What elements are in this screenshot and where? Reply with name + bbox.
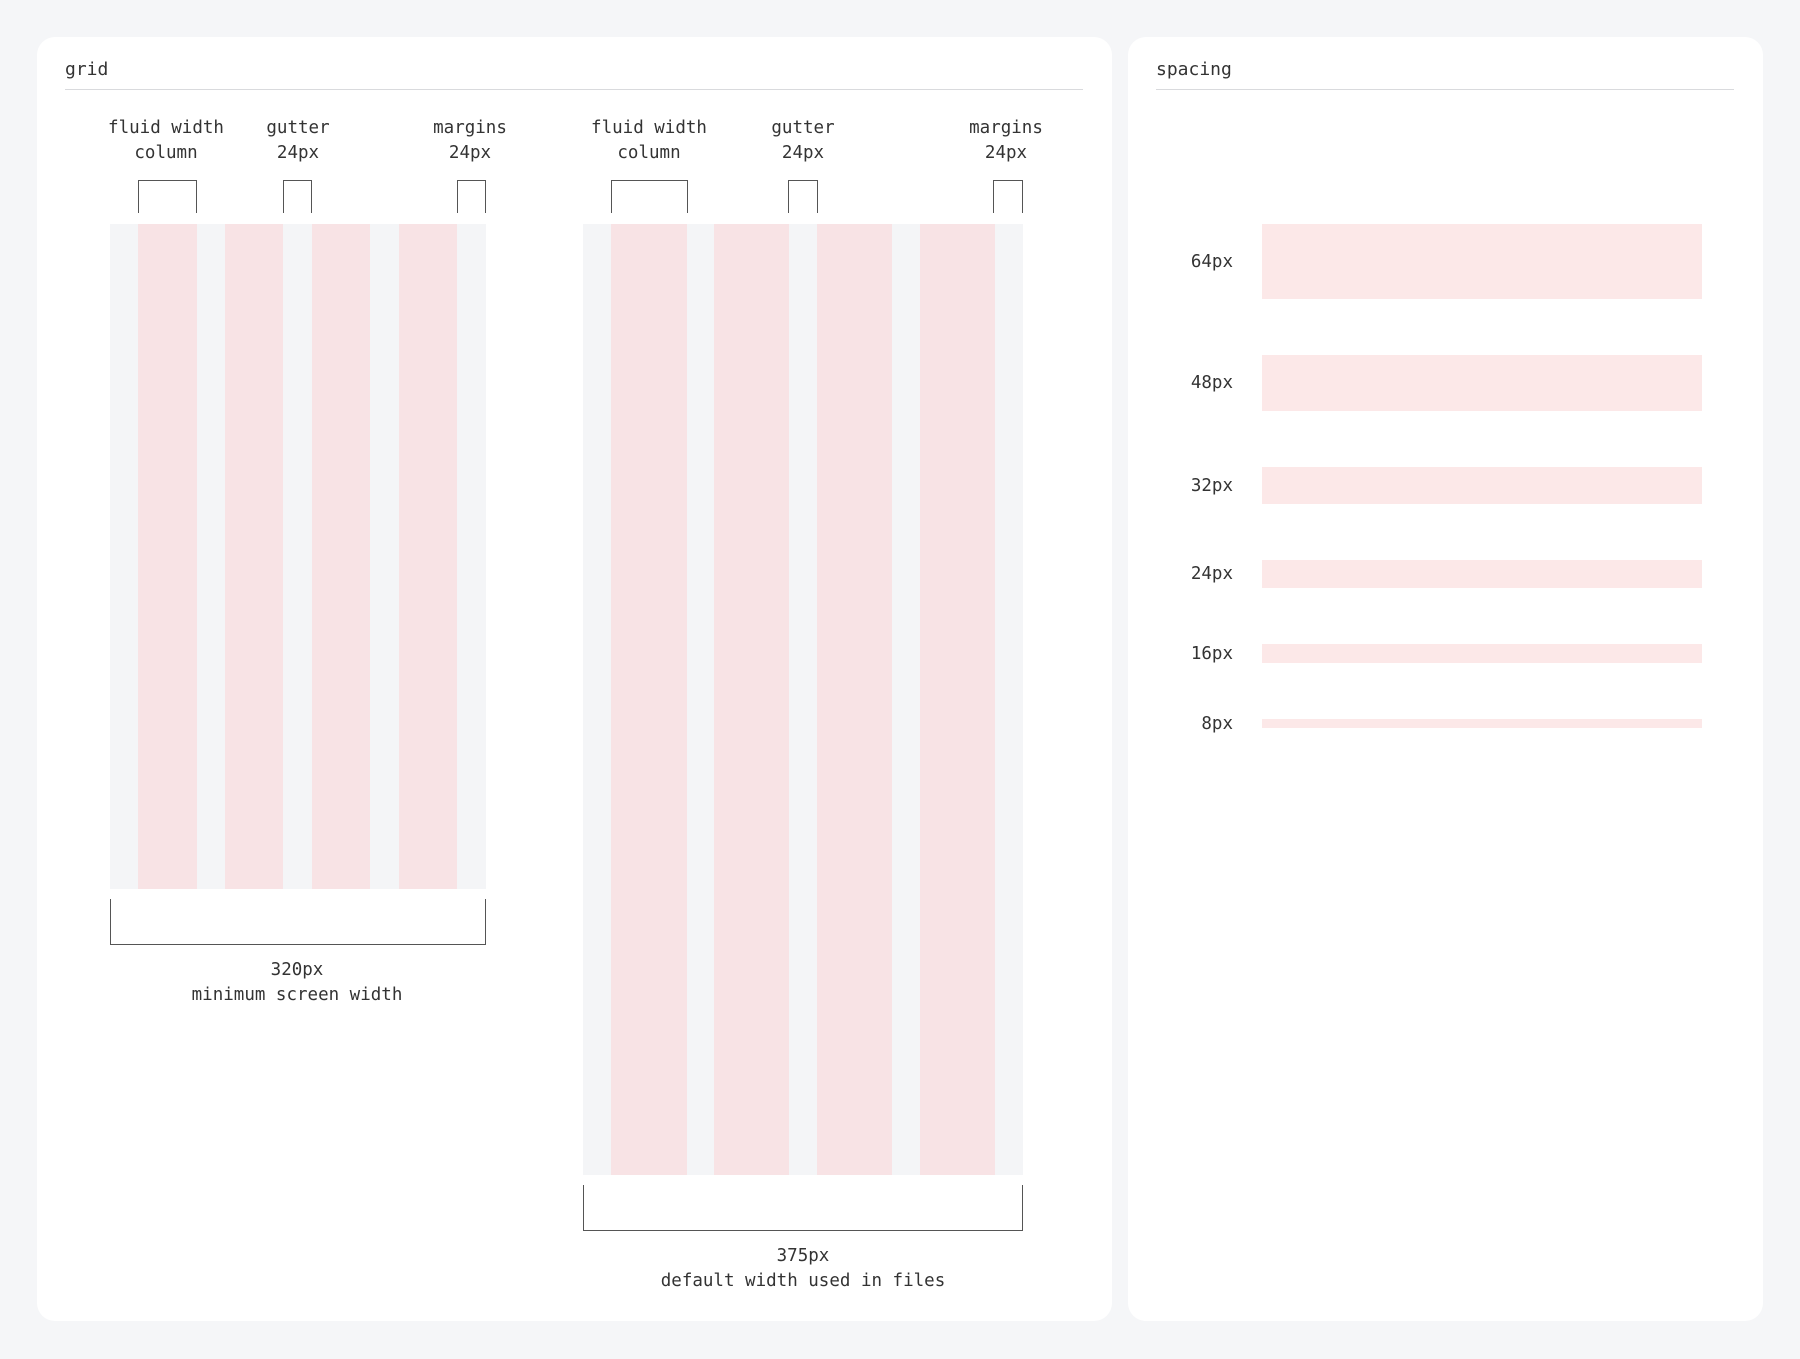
large-grid-gutter-label-line2: 24px [781,143,825,163]
spacing-bar-24 [1262,560,1702,588]
large-grid-width-caption: default width used in files [660,1271,946,1291]
large-grid-margins-label: margins 24px [969,116,1043,166]
large-grid-gutter-label: gutter 24px [771,116,834,166]
grid-panel-title: grid [65,59,109,80]
small-grid-width-value: 320px [270,960,324,980]
large-grid-column-1 [611,224,687,1175]
small-grid-column-bracket [138,180,197,213]
large-grid-column-4 [920,224,995,1175]
large-grid-width-label: 375px default width used in files [661,1244,945,1294]
large-grid-column-3 [817,224,892,1175]
small-grid-margins-label-line1: margins [433,118,507,138]
small-grid-width-bracket [110,899,486,945]
spacing-label-24: 24px [1190,564,1233,584]
spacing-bar-64 [1262,224,1702,299]
small-grid-width-label: 320px minimum screen width [192,958,403,1008]
small-grid-gutter-label: gutter 24px [266,116,329,166]
small-grid-column-label: fluid width column [108,116,224,166]
spacing-panel-divider [1156,89,1734,90]
small-grid-gutter-label-line1: gutter [266,118,330,138]
small-grid-margins-label-line2: 24px [448,143,492,163]
small-grid-column-label-line1: fluid width [108,118,224,138]
large-grid-column-label-line2: column [617,143,681,163]
large-grid-width-value: 375px [776,1246,830,1266]
grid-panel-divider [65,89,1083,90]
spacing-label-8: 8px [1201,713,1233,734]
spacing-label-64: 64px [1190,251,1233,272]
small-grid-column-1 [138,224,197,889]
large-grid-margins-bracket [993,180,1023,213]
large-grid-margins-label-line2: 24px [984,143,1028,163]
small-grid-column-4 [399,224,457,889]
small-grid-margins-bracket [457,180,486,213]
spacing-bar-48 [1262,355,1702,411]
spacing-label-16: 16px [1190,643,1233,664]
large-grid-column-label: fluid width column [591,116,707,166]
spacing-bar-32 [1262,467,1702,504]
large-grid-column-bracket [611,180,688,213]
spacing-panel-title: spacing [1156,59,1232,80]
small-grid-column-2 [225,224,283,889]
small-grid-column-label-line2: column [134,143,198,163]
spacing-bar-16 [1262,644,1702,663]
large-grid-margins-label-line1: margins [969,118,1043,138]
spacing-label-48: 48px [1190,373,1233,393]
small-grid-width-caption: minimum screen width [191,985,403,1005]
large-grid-width-bracket [583,1185,1023,1231]
spacing-bar-8 [1262,719,1702,728]
small-grid-column-3 [312,224,370,889]
spacing-label-32: 32px [1190,475,1233,496]
large-grid-gutter-label-line1: gutter [771,118,835,138]
large-grid-gutter-bracket [788,180,818,213]
large-grid-column-2 [714,224,789,1175]
small-grid-gutter-bracket [283,180,312,213]
small-grid-gutter-label-line2: 24px [276,143,320,163]
large-grid-column-label-line1: fluid width [591,118,707,138]
small-grid-margins-label: margins 24px [433,116,507,166]
